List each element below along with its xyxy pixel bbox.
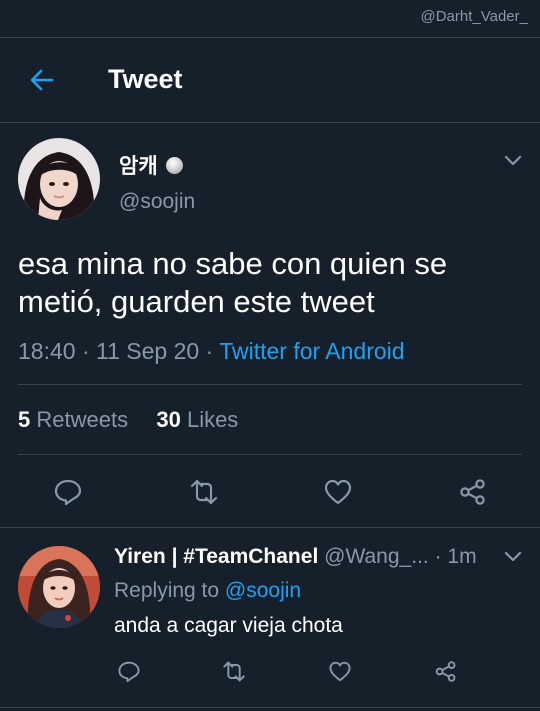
likes-label: Likes [186, 407, 239, 432]
reply-author-handle[interactable]: @Wang_... [324, 545, 429, 568]
divider [0, 707, 540, 708]
meta-separator: · [434, 545, 442, 568]
tweet-author-name[interactable]: 암캐 [119, 150, 183, 180]
replying-handle-link[interactable]: @soojin [225, 579, 301, 602]
retweets-count: 5 [18, 407, 31, 432]
reply-time: 1m [447, 545, 477, 568]
reply-icon[interactable] [53, 478, 83, 506]
avatar[interactable] [18, 138, 100, 220]
retweets-label: Retweets [36, 407, 129, 432]
meta-separator: · [205, 338, 220, 364]
chevron-down-icon[interactable] [504, 155, 522, 167]
tweet-stats: 5 Retweets 30 Likes [18, 407, 238, 433]
divider [18, 454, 522, 455]
share-icon[interactable] [434, 660, 458, 683]
tweet-meta: 18:40 · 11 Sep 20 · Twitter for Android [18, 338, 405, 365]
reply-text: anda a cagar vieja chota [114, 614, 343, 637]
retweets-stat[interactable]: 5 Retweets [18, 407, 128, 432]
tweet-actions [0, 476, 540, 508]
like-icon[interactable] [328, 660, 352, 683]
replying-prefix: Replying to [114, 579, 220, 602]
app-bar: Tweet [0, 38, 540, 122]
reply-actions [0, 660, 540, 686]
like-icon[interactable] [323, 478, 353, 506]
likes-count: 30 [156, 407, 181, 432]
author-name-text: 암캐 [119, 155, 158, 178]
verified-badge-icon [165, 156, 183, 174]
divider [0, 527, 540, 528]
tweet-text: esa mina no sabe con quien se metió, gua… [18, 246, 448, 319]
retweet-icon[interactable] [188, 478, 220, 506]
tweet-source-link[interactable]: Twitter for Android [219, 338, 404, 364]
reply-icon[interactable] [117, 660, 141, 683]
avatar[interactable] [18, 546, 100, 628]
tweet-author-handle[interactable]: @soojin [119, 190, 195, 214]
reply-header: Yiren | #TeamChanel @Wang_... · 1m [114, 545, 477, 569]
reply-author-name[interactable]: Yiren | #TeamChanel [114, 545, 318, 568]
tweet-time: 18:40 [18, 338, 76, 364]
retweet-icon[interactable] [221, 660, 247, 683]
replying-to: Replying to @soojin [114, 579, 301, 603]
page-title: Tweet [108, 64, 183, 94]
chevron-down-icon[interactable] [504, 551, 522, 563]
divider [0, 122, 540, 123]
tweet-date: 11 Sep 20 [96, 338, 200, 364]
divider [18, 384, 522, 385]
back-arrow-icon[interactable] [28, 66, 56, 94]
likes-stat[interactable]: 30 Likes [156, 407, 238, 432]
watermark: @Darht_Vader_ [420, 8, 528, 25]
share-icon[interactable] [458, 478, 488, 506]
meta-separator: · [81, 338, 97, 364]
